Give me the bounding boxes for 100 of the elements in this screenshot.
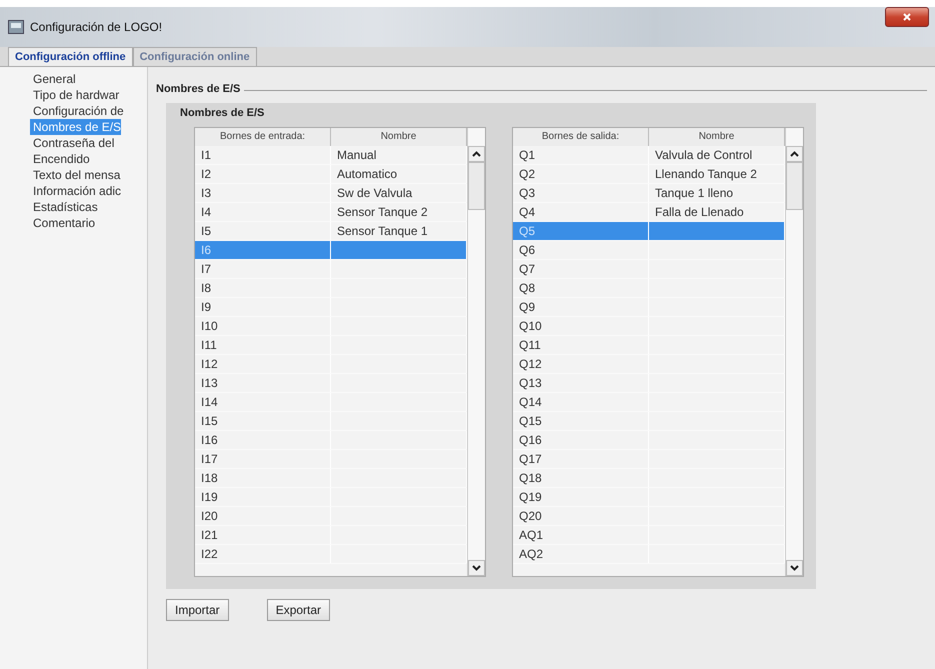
terminal-cell: Q17 [519, 452, 542, 466]
terminal-cell: Q7 [519, 262, 536, 276]
terminal-cell: Q4 [519, 205, 536, 219]
table-row[interactable]: Q9 [513, 298, 785, 317]
terminal-cell: Q1 [519, 148, 536, 162]
scroll-up-button[interactable] [786, 146, 803, 162]
table-row[interactable]: I4 Sensor Tanque 2 [195, 203, 467, 222]
column-header: Bornes de entrada: [195, 128, 331, 146]
terminal-cell: Q2 [519, 167, 536, 181]
table-row[interactable]: Q16 [513, 431, 785, 450]
terminal-cell: Q19 [519, 490, 542, 504]
section-title: Nombres de E/S [156, 83, 240, 95]
table-row[interactable]: Q12 [513, 355, 785, 374]
scroll-down-button[interactable] [468, 560, 485, 576]
close-icon [902, 12, 912, 22]
terminal-cell: I6 [201, 243, 212, 257]
table-row[interactable]: Q18 [513, 469, 785, 488]
table-row[interactable]: I21 [195, 526, 467, 545]
terminal-cell: Q6 [519, 243, 536, 257]
table-row[interactable]: Q6 [513, 241, 785, 260]
table-row[interactable]: I11 [195, 336, 467, 355]
terminal-cell: I7 [201, 262, 212, 276]
caret-down-icon [790, 565, 799, 571]
table-row[interactable]: Q8 [513, 279, 785, 298]
table-row[interactable]: I15 [195, 412, 467, 431]
sidebar-item[interactable]: Encendido [30, 151, 90, 167]
terminal-cell: I3 [201, 186, 212, 200]
caret-up-icon [790, 151, 799, 157]
sidebar-item[interactable]: Tipo de hardwar [30, 87, 120, 103]
terminal-cell: Q11 [519, 338, 541, 352]
table-row[interactable]: AQ1 [513, 526, 785, 545]
sidebar-item[interactable]: Contraseña del [30, 135, 114, 151]
table-row[interactable]: I7 [195, 260, 467, 279]
terminal-cell: I18 [201, 471, 218, 485]
terminal-cell: I5 [201, 224, 212, 238]
name-cell: Sensor Tanque 1 [337, 224, 428, 238]
terminal-cell: Q3 [519, 186, 536, 200]
group-title: Nombres de E/S [179, 107, 266, 119]
caret-up-icon [472, 151, 481, 157]
terminal-cell: I22 [201, 547, 218, 561]
action-button[interactable]: Importar [166, 599, 229, 621]
table-row[interactable]: Q17 [513, 450, 785, 469]
terminal-cell: Q18 [519, 471, 542, 485]
table-row[interactable]: Q2 Llenando Tanque 2 [513, 165, 785, 184]
table-row[interactable]: I8 [195, 279, 467, 298]
terminal-cell: I8 [201, 281, 212, 295]
sidebar-item[interactable]: General [30, 71, 76, 87]
table-row[interactable]: I10 [195, 317, 467, 336]
table-row[interactable]: I12 [195, 355, 467, 374]
table-row[interactable]: Q14 [513, 393, 785, 412]
sidebar-item[interactable]: Texto del mensa [30, 167, 120, 183]
terminal-cell: Q10 [519, 319, 542, 333]
scrollbar[interactable] [467, 128, 485, 576]
scroll-thumb[interactable] [786, 162, 803, 210]
table-row[interactable]: I16 [195, 431, 467, 450]
name-cell: Sw de Valvula [337, 186, 412, 200]
table-row[interactable]: Q7 [513, 260, 785, 279]
table-row[interactable]: I9 [195, 298, 467, 317]
table-row[interactable]: Q20 [513, 507, 785, 526]
table-row[interactable]: I2 Automatico [195, 165, 467, 184]
terminal-cell: Q9 [519, 300, 536, 314]
table-row[interactable]: I1 Manual [195, 146, 467, 165]
table-row[interactable]: Q13 [513, 374, 785, 393]
terminal-cell: Q20 [519, 509, 542, 523]
table-row[interactable]: AQ2 [513, 545, 785, 564]
scrollbar[interactable] [785, 128, 803, 576]
table-row[interactable]: I13 [195, 374, 467, 393]
terminal-cell: I19 [201, 490, 218, 504]
table-row[interactable]: I19 [195, 488, 467, 507]
table-row[interactable]: Q10 [513, 317, 785, 336]
table-row[interactable]: I18 [195, 469, 467, 488]
table-row[interactable]: Q11 [513, 336, 785, 355]
sidebar-item[interactable]: Estadísticas [30, 199, 98, 215]
terminal-cell: Q13 [519, 376, 542, 390]
scroll-up-button[interactable] [468, 146, 485, 162]
table-row[interactable]: Q3 Tanque 1 lleno [513, 184, 785, 203]
action-button[interactable]: Exportar [266, 599, 330, 621]
table-row[interactable]: Q15 [513, 412, 785, 431]
close-button[interactable] [885, 7, 929, 27]
terminal-cell: I20 [201, 509, 218, 523]
scroll-down-button[interactable] [786, 560, 803, 576]
table-row[interactable]: I17 [195, 450, 467, 469]
scroll-thumb[interactable] [468, 162, 485, 210]
terminal-cell: I15 [201, 414, 218, 428]
name-cell: Tanque 1 lleno [655, 186, 734, 200]
table-row[interactable]: I3 Sw de Valvula [195, 184, 467, 203]
terminal-cell: I1 [201, 148, 212, 162]
table-row[interactable]: I20 [195, 507, 467, 526]
sidebar-item[interactable]: Información adic [30, 183, 122, 199]
table-row[interactable]: Q1 Valvula de Control [513, 146, 785, 165]
terminal-cell: I12 [201, 357, 218, 371]
terminal-cell: Q16 [519, 433, 542, 447]
sidebar-item[interactable]: Comentario [30, 215, 96, 231]
terminal-cell: Q8 [519, 281, 536, 295]
column-header: Nombre [331, 128, 467, 146]
table-row[interactable]: I14 [195, 393, 467, 412]
sidebar-item[interactable]: Configuración de [30, 103, 124, 119]
table-row[interactable]: I22 [195, 545, 467, 564]
table-row[interactable]: Q19 [513, 488, 785, 507]
tab[interactable]: Configuración offline [8, 47, 133, 66]
